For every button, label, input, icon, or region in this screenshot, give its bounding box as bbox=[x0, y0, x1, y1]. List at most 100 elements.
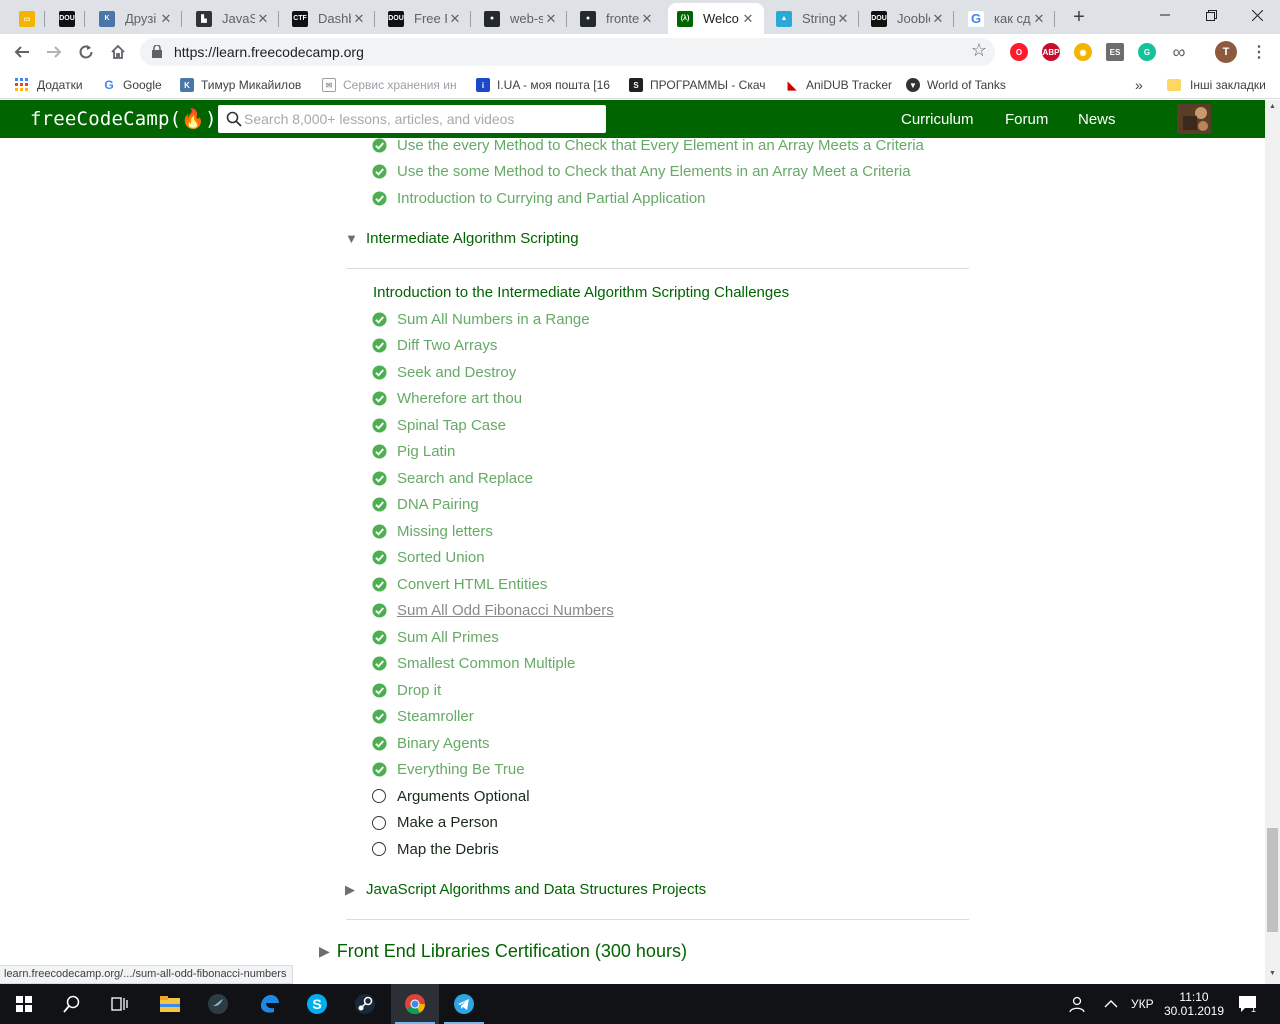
bookmark-programs[interactable]: S ПРОГРАММЫ - Скач bbox=[629, 76, 766, 94]
close-tab-icon[interactable]: ✕ bbox=[835, 11, 851, 27]
bookmark-star-icon[interactable]: ☆ bbox=[971, 40, 987, 61]
scroll-down-icon[interactable]: ▼ bbox=[1268, 970, 1277, 979]
people-button[interactable] bbox=[1068, 984, 1086, 1024]
close-tab-icon[interactable]: ✕ bbox=[351, 11, 367, 27]
extension-eyes-icon[interactable]: ◉ bbox=[1074, 43, 1092, 61]
reload-button[interactable] bbox=[74, 40, 98, 64]
nav-news[interactable]: News bbox=[1078, 111, 1116, 128]
nav-curriculum[interactable]: Curriculum bbox=[901, 111, 974, 128]
taskbar-search[interactable] bbox=[48, 984, 96, 1024]
back-button[interactable] bbox=[10, 40, 34, 64]
page-scrollbar[interactable]: ▲ ▼ bbox=[1265, 100, 1280, 984]
user-avatar[interactable] bbox=[1177, 104, 1211, 134]
browser-tab[interactable]: Gкак сд ✕ bbox=[959, 3, 1055, 34]
browser-tab[interactable]: ▭ bbox=[10, 3, 45, 34]
steam-button[interactable] bbox=[341, 984, 389, 1024]
infinity-extension-icon[interactable]: ∞ bbox=[1167, 40, 1191, 64]
new-tab-button[interactable]: + bbox=[1068, 6, 1090, 28]
browser-tab[interactable]: DOU Jooble✕ bbox=[862, 3, 954, 34]
close-tab-icon[interactable]: ✕ bbox=[930, 11, 946, 27]
close-tab-icon[interactable]: ✕ bbox=[255, 11, 271, 27]
browser-tab[interactable]: CTF Dashb✕ bbox=[283, 3, 375, 34]
challenge-link[interactable]: Seek and Destroy bbox=[372, 362, 516, 382]
browser-tab[interactable]: ▲ String ✕ bbox=[767, 3, 859, 34]
other-bookmarks-folder[interactable]: Інші закладки bbox=[1167, 76, 1266, 94]
challenge-link[interactable]: Sum All Odd Fibonacci Numbers bbox=[372, 601, 614, 621]
challenge-link[interactable]: Arguments Optional bbox=[372, 786, 530, 806]
minimize-button[interactable] bbox=[1142, 0, 1188, 30]
nav-forum[interactable]: Forum bbox=[1005, 111, 1048, 128]
bookmark-anidub[interactable]: ◣ AniDUB Tracker bbox=[785, 76, 892, 94]
cert-header-front-end-libraries[interactable]: ▶ Front End Libraries Certification (300… bbox=[319, 941, 687, 962]
fcc-logo[interactable]: freeCodeCamp(🔥) bbox=[30, 107, 217, 130]
intro-link[interactable]: Introduction to the Intermediate Algorit… bbox=[373, 284, 789, 301]
browser-tab[interactable]: ● web-s ✕ bbox=[475, 3, 567, 34]
close-window-button[interactable] bbox=[1234, 0, 1280, 30]
scroll-up-icon[interactable]: ▲ bbox=[1268, 103, 1277, 112]
browser-tab[interactable]: ● fronte ✕ bbox=[571, 3, 663, 34]
challenge-link[interactable]: Missing letters bbox=[372, 521, 493, 541]
restore-button[interactable] bbox=[1188, 0, 1234, 30]
challenge-link[interactable]: Search and Replace bbox=[372, 468, 533, 488]
challenge-link[interactable]: Everything Be True bbox=[372, 760, 525, 780]
challenge-link[interactable]: Spinal Tap Case bbox=[372, 415, 506, 435]
task-view-button[interactable] bbox=[96, 984, 144, 1024]
close-tab-icon[interactable]: ✕ bbox=[158, 11, 174, 27]
bookmark-apps[interactable]: Додатки bbox=[15, 76, 83, 94]
challenge-link[interactable]: Use the some Method to Check that Any El… bbox=[372, 162, 911, 182]
home-button[interactable] bbox=[106, 40, 130, 64]
fcc-search-input[interactable] bbox=[244, 109, 594, 129]
es-extension-icon[interactable]: ES bbox=[1106, 43, 1124, 61]
browser-tab[interactable]: ▙ JavaSc✕ bbox=[187, 3, 279, 34]
challenge-link[interactable]: Steamroller bbox=[372, 707, 474, 727]
grammarly-icon[interactable]: G bbox=[1138, 43, 1156, 61]
challenge-link[interactable]: Drop it bbox=[372, 680, 441, 700]
close-tab-icon[interactable]: ✕ bbox=[447, 11, 463, 27]
browser-tab[interactable]: (λ) Welco ✕ bbox=[668, 3, 764, 34]
bookmark-vk[interactable]: K Тимур Микайилов bbox=[180, 76, 301, 94]
challenge-link[interactable]: Sum All Numbers in a Range bbox=[372, 309, 590, 329]
fcc-search-box[interactable] bbox=[218, 105, 606, 133]
challenge-link[interactable]: Convert HTML Entities bbox=[372, 574, 547, 594]
edge-button[interactable] bbox=[245, 984, 293, 1024]
telegram-button[interactable] bbox=[440, 984, 488, 1024]
adblock-plus-icon[interactable]: ABP bbox=[1042, 43, 1060, 61]
bookmark-storage[interactable]: ✉ Сервис хранения ин bbox=[322, 76, 457, 94]
challenge-link[interactable]: Map the Debris bbox=[372, 839, 499, 859]
challenge-link[interactable]: Binary Agents bbox=[372, 733, 490, 753]
file-explorer-button[interactable] bbox=[146, 984, 194, 1024]
browser-tab[interactable]: DOU Free F✕ bbox=[379, 3, 471, 34]
app-button[interactable] bbox=[194, 984, 242, 1024]
close-tab-icon[interactable]: ✕ bbox=[639, 11, 655, 27]
chrome-button[interactable] bbox=[391, 984, 439, 1024]
close-tab-icon[interactable]: ✕ bbox=[740, 11, 756, 27]
forward-button[interactable] bbox=[42, 40, 66, 64]
language-indicator[interactable]: УКР bbox=[1131, 984, 1154, 1024]
more-bookmarks-button[interactable]: » bbox=[1135, 76, 1143, 94]
bookmark-iua[interactable]: i I.UA - моя пошта [16 bbox=[476, 76, 610, 94]
bookmark-wot[interactable]: ▼ World of Tanks bbox=[906, 76, 1006, 94]
challenge-link[interactable]: Sorted Union bbox=[372, 548, 485, 568]
challenge-link[interactable]: Wherefore art thou bbox=[372, 389, 522, 409]
challenge-link[interactable]: Use the every Method to Check that Every… bbox=[372, 138, 924, 155]
scrollbar-thumb[interactable] bbox=[1267, 828, 1278, 932]
bookmark-google[interactable]: G Google bbox=[102, 76, 161, 94]
block-header-intermediate-algorithm-scripting[interactable]: ▼ Intermediate Algorithm Scripting bbox=[345, 230, 579, 247]
challenge-link[interactable]: Smallest Common Multiple bbox=[372, 654, 575, 674]
start-button[interactable] bbox=[0, 984, 48, 1024]
skype-button[interactable]: S bbox=[293, 984, 341, 1024]
challenge-link[interactable]: Pig Latin bbox=[372, 442, 455, 462]
challenge-link[interactable]: Introduction to Currying and Partial App… bbox=[372, 188, 706, 208]
browser-tab[interactable]: K Друзі ✕ bbox=[90, 3, 182, 34]
chrome-menu-icon[interactable]: ⋮ bbox=[1247, 40, 1271, 64]
opera-icon[interactable]: O bbox=[1010, 43, 1028, 61]
action-center-button[interactable]: 1 bbox=[1238, 984, 1258, 1024]
close-tab-icon[interactable]: ✕ bbox=[1031, 11, 1047, 27]
address-bar[interactable]: https://learn.freecodecamp.org ☆ bbox=[140, 38, 995, 66]
challenge-link[interactable]: DNA Pairing bbox=[372, 495, 479, 515]
clock[interactable]: 11:10 30.01.2019 bbox=[1164, 984, 1224, 1024]
show-hidden-icons-button[interactable] bbox=[1104, 984, 1118, 1024]
challenge-link[interactable]: Diff Two Arrays bbox=[372, 336, 497, 356]
challenge-link[interactable]: Sum All Primes bbox=[372, 627, 499, 647]
profile-avatar[interactable]: T bbox=[1215, 41, 1237, 63]
